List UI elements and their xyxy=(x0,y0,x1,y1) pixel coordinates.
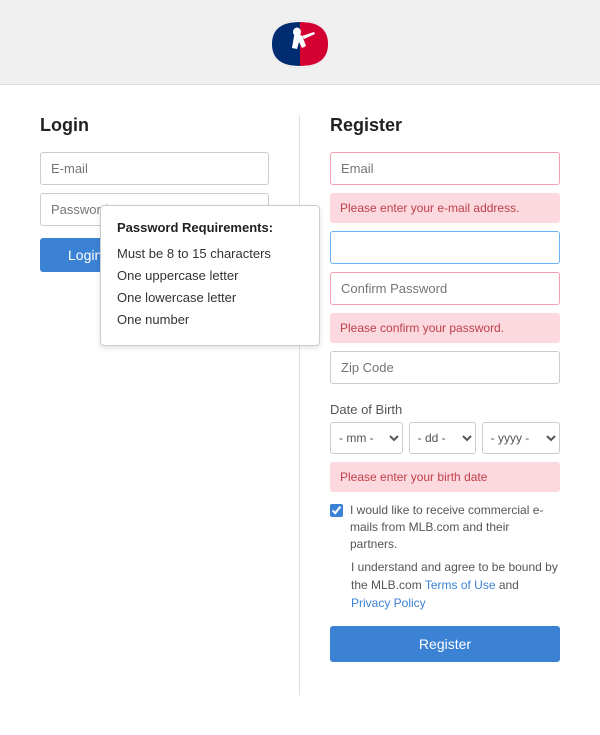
tooltip-item-1: Must be 8 to 15 characters xyxy=(117,243,303,265)
register-button[interactable]: Register xyxy=(330,626,560,662)
register-section: Register Please enter your e-mail addres… xyxy=(300,115,560,695)
confirm-password-error-message: Please confirm your password. xyxy=(330,313,560,343)
register-confirm-password-input[interactable] xyxy=(330,272,560,305)
terms-and: and xyxy=(496,578,519,592)
login-title: Login xyxy=(40,115,269,136)
commercial-email-checkbox[interactable] xyxy=(330,504,343,517)
password-requirements-tooltip: Password Requirements: Must be 8 to 15 c… xyxy=(100,205,320,346)
tooltip-title: Password Requirements: xyxy=(117,220,303,235)
tooltip-item-3: One lowercase letter xyxy=(117,287,303,309)
dob-error-message: Please enter your birth date xyxy=(330,462,560,492)
commercial-email-row: I would like to receive commercial e-mai… xyxy=(330,502,560,552)
main-content: Login Login Password Requirements: Must … xyxy=(0,85,600,735)
dob-year-select[interactable]: - yyyy - xyxy=(482,422,560,454)
tooltip-item-2: One uppercase letter xyxy=(117,265,303,287)
terms-of-use-link[interactable]: Terms of Use xyxy=(425,578,496,592)
terms-text: I understand and agree to be bound by th… xyxy=(330,558,560,612)
header xyxy=(0,0,600,85)
commercial-email-label[interactable]: I would like to receive commercial e-mai… xyxy=(350,502,560,552)
dob-day-select[interactable]: - dd - 01020304 05060708 09101112 131415… xyxy=(409,422,476,454)
register-email-input[interactable] xyxy=(330,152,560,185)
dob-label: Date of Birth xyxy=(330,402,560,417)
register-zip-input[interactable] xyxy=(330,351,560,384)
dob-row: - mm - 010203 040506 070809 101112 - dd … xyxy=(330,422,560,454)
dob-month-select[interactable]: - mm - 010203 040506 070809 101112 xyxy=(330,422,403,454)
login-section: Login Login Password Requirements: Must … xyxy=(40,115,300,695)
register-password-input[interactable] xyxy=(330,231,560,264)
login-email-input[interactable] xyxy=(40,152,269,185)
tooltip-item-4: One number xyxy=(117,309,303,331)
privacy-policy-link[interactable]: Privacy Policy xyxy=(351,596,426,610)
register-title: Register xyxy=(330,115,560,136)
mlb-logo xyxy=(264,18,336,70)
email-error-message: Please enter your e-mail address. xyxy=(330,193,560,223)
tooltip-list: Must be 8 to 15 characters One uppercase… xyxy=(117,243,303,331)
